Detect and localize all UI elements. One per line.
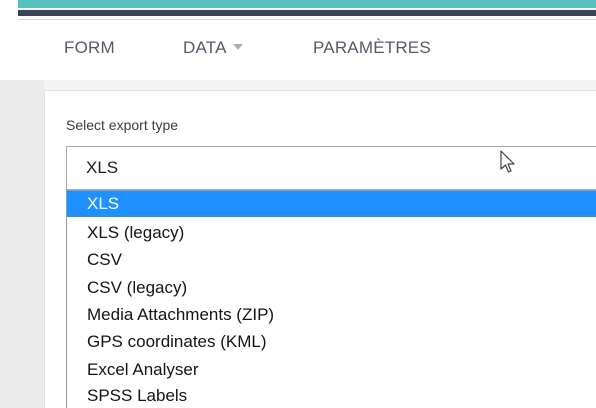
option-label: Excel Analyser: [87, 360, 199, 379]
option-label: XLS: [87, 194, 120, 213]
option-label: XLS (legacy): [87, 223, 185, 242]
option-excel-analyser[interactable]: Excel Analyser: [67, 357, 596, 383]
tab-form[interactable]: FORM: [64, 38, 115, 58]
app-window: FORM DATA PARAMÈTRES Select export type …: [0, 0, 596, 408]
tab-data[interactable]: DATA: [183, 38, 243, 58]
option-media-attachments-zip[interactable]: Media Attachments (ZIP): [67, 302, 596, 328]
tab-parametres[interactable]: PARAMÈTRES: [313, 38, 431, 58]
tab-form-label: FORM: [64, 38, 115, 57]
option-spss-labels[interactable]: SPSS Labels: [67, 383, 596, 408]
option-csv-legacy[interactable]: CSV (legacy): [67, 275, 596, 301]
export-type-selected-value: XLS: [86, 158, 119, 177]
option-label: GPS coordinates (KML): [87, 332, 267, 351]
top-accent-bar: [0, 0, 596, 8]
option-csv[interactable]: CSV: [67, 247, 596, 273]
option-label: CSV: [87, 250, 122, 269]
top-left-corner: [0, 0, 18, 16]
nav-divider: [18, 19, 596, 20]
option-xls[interactable]: XLS: [67, 191, 596, 217]
option-gps-coordinates-kml[interactable]: GPS coordinates (KML): [67, 329, 596, 355]
option-label: CSV (legacy): [87, 278, 188, 297]
export-type-label: Select export type: [66, 117, 179, 133]
left-gutter: [0, 80, 44, 408]
mouse-pointer-icon: [500, 150, 515, 173]
option-label: SPSS Labels: [87, 386, 188, 405]
tab-parametres-label: PARAMÈTRES: [313, 38, 431, 57]
option-xls-legacy[interactable]: XLS (legacy): [67, 220, 596, 246]
chevron-down-icon: [232, 44, 243, 50]
tab-data-label: DATA: [183, 38, 227, 57]
option-label: Media Attachments (ZIP): [87, 305, 275, 324]
